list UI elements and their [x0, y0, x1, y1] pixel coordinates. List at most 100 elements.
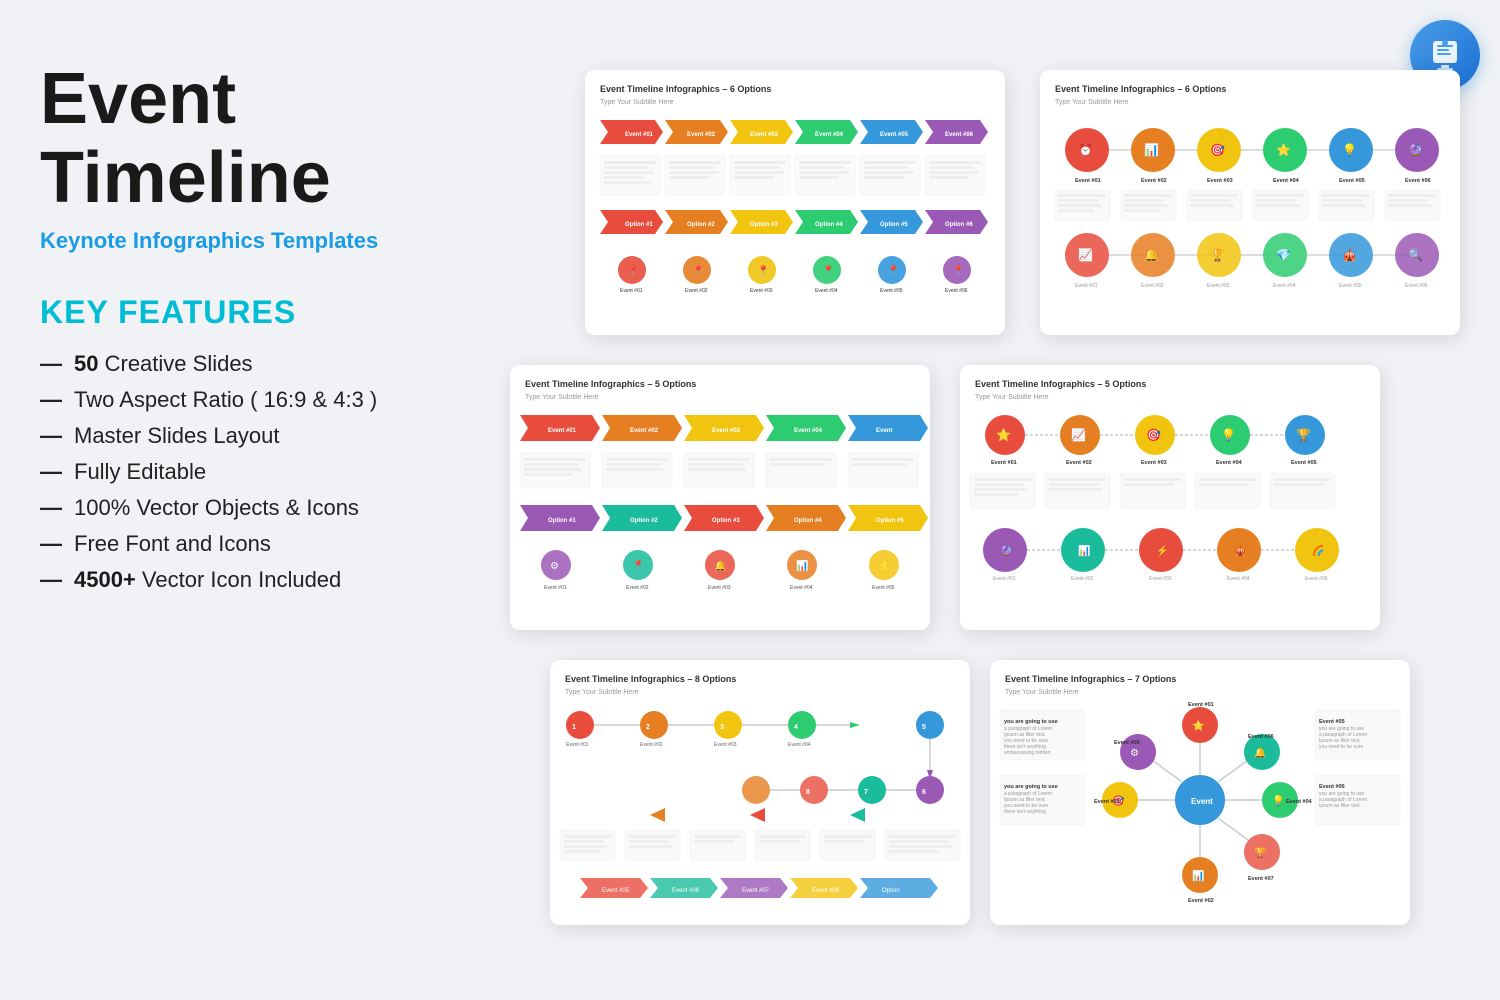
svg-text:📈: 📈	[1078, 248, 1093, 262]
svg-text:Ipsum as filler text.: Ipsum as filler text.	[1319, 803, 1361, 809]
svg-text:Event #04: Event #04	[815, 132, 844, 138]
subtitle-bold: Keynote	[40, 228, 127, 253]
svg-text:Option #5: Option #5	[880, 222, 908, 228]
svg-text:1: 1	[572, 724, 576, 731]
key-features-title: KEY FEATURES	[40, 294, 460, 331]
slide-6-svg: Event Timeline Infographics – 7 Options …	[990, 660, 1410, 925]
svg-text:Event: Event	[1191, 797, 1213, 806]
svg-text:Event #06: Event #06	[1248, 734, 1274, 740]
svg-text:⏰: ⏰	[1078, 142, 1093, 157]
svg-text:Event #02: Event #02	[1071, 576, 1094, 582]
svg-text:🔮: 🔮	[1000, 544, 1012, 557]
svg-text:Event #05: Event #05	[880, 132, 909, 138]
svg-text:Type Your Subtitle Here: Type Your Subtitle Here	[975, 394, 1049, 401]
svg-text:Event #05: Event #05	[1339, 283, 1362, 289]
svg-text:Event #06: Event #06	[1405, 178, 1431, 184]
svg-text:Event #07: Event #07	[742, 888, 770, 894]
svg-text:Event #04: Event #04	[1273, 178, 1300, 184]
svg-text:Event #06: Event #06	[1319, 784, 1345, 790]
svg-text:Event #03: Event #03	[1094, 799, 1120, 805]
svg-text:Event #03: Event #03	[1149, 576, 1172, 582]
svg-text:🎪: 🎪	[1234, 544, 1246, 557]
svg-text:Event #04: Event #04	[815, 288, 838, 294]
svg-text:Type Your Subtitle Here: Type Your Subtitle Here	[600, 99, 674, 106]
slides-mosaic: Event Timeline Infographics – 6 Options …	[530, 60, 1500, 960]
svg-text:🌈: 🌈	[1312, 544, 1324, 557]
svg-text:Event #04: Event #04	[1216, 460, 1243, 466]
svg-text:🏆: 🏆	[1210, 248, 1225, 262]
svg-text:💡: 💡	[1272, 794, 1284, 807]
svg-text:Event #05: Event #05	[872, 585, 895, 591]
svg-text:🔔: 🔔	[1254, 747, 1266, 759]
svg-text:🔍: 🔍	[1408, 247, 1423, 262]
slide-4-svg: Event Timeline Infographics – 5 Options …	[960, 365, 1380, 630]
svg-text:you are going to use: you are going to use	[1004, 719, 1058, 725]
svg-text:Event #05: Event #05	[1114, 740, 1140, 746]
svg-text:Event #04: Event #04	[794, 428, 823, 434]
svg-text:Option #4: Option #4	[815, 222, 843, 228]
svg-text:Option #4: Option #4	[794, 518, 822, 524]
feature-item-2: Two Aspect Ratio ( 16:9 & 4:3 )	[40, 387, 460, 413]
svg-text:Event #06: Event #06	[672, 888, 700, 894]
svg-text:Event Timeline Infographics –: Event Timeline Infographics – 6 Options	[600, 84, 771, 94]
svg-text:Option #1: Option #1	[625, 222, 653, 228]
svg-text:📍: 📍	[822, 264, 834, 277]
feature-text-1: Creative Slides	[105, 351, 253, 377]
svg-text:4: 4	[794, 724, 798, 731]
svg-text:🌟: 🌟	[878, 559, 890, 572]
left-panel: Event Timeline Keynote Infographics Temp…	[40, 60, 460, 603]
svg-text:Event #05: Event #05	[880, 288, 903, 294]
svg-text:🔔: 🔔	[1144, 248, 1159, 262]
svg-text:📊: 📊	[796, 559, 808, 572]
svg-text:Event #04: Event #04	[1286, 799, 1313, 805]
svg-text:Event #04: Event #04	[1227, 576, 1250, 582]
slide-card-1: Event Timeline Infographics – 6 Options …	[585, 70, 1005, 335]
svg-text:Event #01: Event #01	[566, 742, 589, 748]
svg-text:Event #05: Event #05	[602, 888, 630, 894]
svg-text:Event #03: Event #03	[708, 585, 731, 591]
svg-text:embarrassing hidden: embarrassing hidden	[1004, 750, 1051, 756]
svg-text:🏆: 🏆	[1254, 846, 1267, 859]
svg-text:Option #3: Option #3	[712, 518, 740, 524]
svg-text:Event #02: Event #02	[640, 742, 663, 748]
feature-item-4: Fully Editable	[40, 459, 460, 485]
svg-text:Event Timeline Infographics –: Event Timeline Infographics – 8 Options	[565, 674, 736, 684]
svg-text:Event #03: Event #03	[712, 428, 741, 434]
svg-text:Event #01: Event #01	[625, 132, 654, 138]
subtitle-rest: Infographics Templates	[133, 228, 378, 253]
svg-text:there isn't anything: there isn't anything	[1004, 809, 1046, 815]
svg-text:Option #6: Option #6	[945, 222, 973, 228]
svg-text:🔔: 🔔	[714, 560, 726, 572]
svg-text:you are going to use: you are going to use	[1004, 784, 1058, 790]
svg-text:Event #02: Event #02	[685, 288, 708, 294]
svg-text:⭐: ⭐	[1192, 719, 1204, 732]
svg-text:6: 6	[922, 789, 926, 796]
svg-text:Event #01: Event #01	[991, 460, 1017, 466]
svg-text:Event #01: Event #01	[1075, 178, 1101, 184]
svg-text:Option #3: Option #3	[750, 222, 778, 228]
svg-text:Event #01: Event #01	[548, 428, 577, 434]
svg-text:Event #02: Event #02	[630, 428, 659, 434]
feature-text-6: Free Font and Icons	[74, 531, 271, 557]
svg-text:Event Timeline Infographics –: Event Timeline Infographics – 5 Options	[975, 379, 1146, 389]
svg-text:Event #02: Event #02	[1141, 283, 1164, 289]
feature-item-6: Free Font and Icons	[40, 531, 460, 557]
svg-text:Event #01: Event #01	[544, 585, 567, 591]
svg-text:Event #06: Event #06	[945, 132, 974, 138]
svg-text:📊: 📊	[1192, 869, 1204, 882]
svg-text:📍: 📍	[632, 559, 644, 572]
svg-text:Event #03: Event #03	[1207, 283, 1230, 289]
feature-item-7: 4500+ Vector Icon Included	[40, 567, 460, 593]
slide-card-5: Event Timeline Infographics – 8 Options …	[550, 660, 970, 925]
svg-text:Type Your Subtitle Here: Type Your Subtitle Here	[525, 394, 599, 401]
slide-card-3: Event Timeline Infographics – 5 Options …	[510, 365, 930, 630]
feature-bold-1: 50	[74, 351, 98, 377]
svg-text:📍: 📍	[952, 264, 964, 277]
svg-text:Event #08: Event #08	[812, 888, 840, 894]
svg-text:you need to be sure: you need to be sure	[1319, 744, 1363, 750]
svg-text:📈: 📈	[1071, 428, 1086, 442]
svg-text:Event: Event	[876, 428, 892, 434]
svg-text:Event #01: Event #01	[1188, 702, 1214, 708]
svg-text:🎪: 🎪	[1342, 248, 1357, 262]
svg-text:Event #01: Event #01	[620, 288, 643, 294]
